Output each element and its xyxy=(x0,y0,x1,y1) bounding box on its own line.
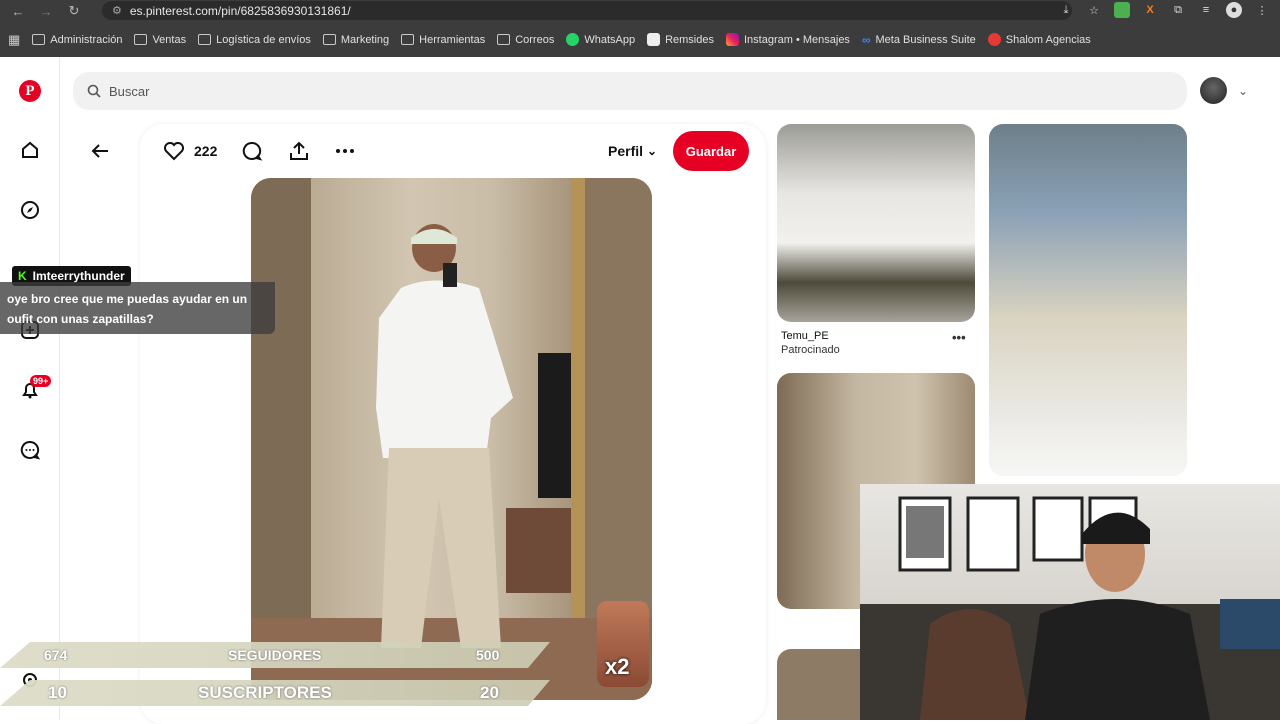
folder-icon xyxy=(134,34,148,45)
messages-icon[interactable] xyxy=(19,439,41,461)
reading-list-icon[interactable]: ≡ xyxy=(1198,2,1214,18)
bookmarks-bar: ▦ Administración Ventas Logística de env… xyxy=(0,22,1280,57)
shalom-icon xyxy=(987,33,1001,46)
followers-current: 674 xyxy=(44,647,68,663)
address-bar[interactable]: ⚙ es.pinterest.com/pin/6825836930131861/ xyxy=(102,1,1072,20)
chevron-down-icon[interactable]: ⌄ xyxy=(1238,84,1248,98)
bookmark-item[interactable]: Logística de envíos xyxy=(198,34,311,46)
bookmark-item[interactable]: Herramientas xyxy=(401,34,485,46)
folder-icon xyxy=(322,34,336,45)
folder-icon xyxy=(198,34,212,45)
kick-icon: K xyxy=(18,269,27,283)
chat-username-text: Imteerrythunder xyxy=(32,269,125,283)
extension-green-icon[interactable] xyxy=(1114,2,1130,18)
avatar[interactable] xyxy=(1200,77,1227,104)
bookmark-item[interactable]: Instagram • Mensajes xyxy=(725,33,850,46)
install-app-icon[interactable]: ⤓ xyxy=(1058,2,1074,18)
search-icon xyxy=(87,84,101,98)
bookmark-item[interactable]: Ventas xyxy=(134,34,186,46)
bookmark-item[interactable]: ∞ Meta Business Suite xyxy=(862,33,976,47)
save-button[interactable]: Guardar xyxy=(673,131,749,171)
related-pin-image[interactable] xyxy=(777,649,867,720)
bookmark-label: Ventas xyxy=(152,33,187,46)
pin-photo-illustration xyxy=(251,178,652,700)
board-selector-label: Perfil xyxy=(608,143,644,159)
bookmark-label: Administración xyxy=(50,33,123,46)
apps-grid-icon[interactable]: ▦ xyxy=(8,32,20,48)
bookmark-item[interactable]: WhatsApp xyxy=(566,33,635,46)
followers-goal-bar: 674 SEGUIDORES 500 xyxy=(0,642,550,668)
subscribers-goal-bar: 10 SUSCRIPTORES 20 xyxy=(0,680,550,706)
folder-icon xyxy=(497,34,511,45)
board-selector[interactable]: Perfil ⌄ xyxy=(608,143,657,159)
pin-more-options[interactable]: ••• xyxy=(952,330,966,345)
like-count: 222 xyxy=(194,143,218,159)
share-upload-icon xyxy=(290,141,308,160)
bookmark-item[interactable]: Remsides xyxy=(647,33,714,46)
url-text: es.pinterest.com/pin/6825836930131861/ xyxy=(129,3,351,18)
subscribers-current: 10 xyxy=(48,683,67,702)
heart-icon xyxy=(164,142,184,161)
extension-orange-icon[interactable]: X xyxy=(1142,2,1158,18)
bookmark-label: Marketing xyxy=(340,33,390,46)
meta-icon: ∞ xyxy=(861,32,871,47)
arrow-left-icon xyxy=(91,144,108,158)
emote-multiplier: x2 xyxy=(605,654,630,679)
search-placeholder: Buscar xyxy=(109,83,150,99)
more-options-button[interactable] xyxy=(334,140,356,167)
webcam-scene xyxy=(860,496,1280,720)
home-icon[interactable] xyxy=(19,139,41,161)
bookmark-item[interactable]: Correos xyxy=(497,34,554,46)
pinterest-sidebar: P 99+ xyxy=(0,57,60,720)
back-arrow-icon[interactable]: ← xyxy=(8,4,28,19)
whatsapp-icon xyxy=(566,33,580,46)
pinterest-logo-icon[interactable]: P xyxy=(19,80,41,102)
bookmark-label: Correos xyxy=(515,33,555,46)
bookmark-item[interactable]: Administración xyxy=(32,34,122,46)
notifications-badge: 99+ xyxy=(30,375,52,387)
comment-bubble-icon xyxy=(242,141,263,161)
followers-goal: 500 xyxy=(476,647,500,663)
bookmark-label: WhatsApp xyxy=(584,33,636,46)
webcam-overlay xyxy=(860,484,1280,720)
bookmark-label: Logística de envíos xyxy=(216,33,311,46)
pin-sponsored-label: Patrocinado xyxy=(781,344,840,356)
more-dots-icon xyxy=(336,149,354,153)
bookmark-item[interactable]: Marketing xyxy=(322,33,390,46)
followers-label: SEGUIDORES xyxy=(228,647,322,663)
comment-button[interactable] xyxy=(241,140,263,167)
pin-sponsor-name[interactable]: Temu_PE xyxy=(781,330,829,342)
share-button[interactable] xyxy=(288,140,310,167)
bookmark-label: Remsides xyxy=(665,33,714,46)
extensions-puzzle-icon[interactable]: ⧉ xyxy=(1170,2,1186,18)
bookmark-label: Shalom Agencias xyxy=(1005,33,1091,46)
bookmark-label: Instagram • Mensajes xyxy=(743,33,850,46)
reload-icon[interactable]: ↻ xyxy=(64,3,84,19)
menu-icon[interactable]: ⋮ xyxy=(1254,2,1270,18)
related-pin-image[interactable] xyxy=(777,124,975,322)
like-button[interactable] xyxy=(163,140,185,167)
back-button[interactable] xyxy=(88,139,112,168)
folder-icon xyxy=(401,34,415,45)
bookmark-item[interactable]: Shalom Agencias xyxy=(987,33,1091,46)
bookmark-label: Herramientas xyxy=(419,33,486,46)
search-input[interactable]: Buscar xyxy=(73,72,1187,110)
subscribers-goal: 20 xyxy=(480,683,499,702)
bookmark-label: Meta Business Suite xyxy=(875,33,976,46)
instagram-icon xyxy=(725,33,739,46)
chevron-down-icon: ⌄ xyxy=(647,144,658,158)
bookmark-star-icon[interactable]: ☆ xyxy=(1086,2,1102,18)
chat-message: oye bro cree que me puedas ayudar en un … xyxy=(0,282,275,334)
forward-arrow-icon[interactable]: → xyxy=(36,4,56,19)
browser-extensions: ⤓ ☆ X ⧉ ≡ ● ⋮ xyxy=(1058,2,1270,18)
site-info-icon[interactable]: ⚙ xyxy=(112,4,122,17)
pin-image[interactable] xyxy=(251,178,652,700)
explore-compass-icon[interactable] xyxy=(19,199,41,221)
related-pin-image[interactable] xyxy=(989,124,1187,476)
bookmark-app-icon xyxy=(647,33,661,46)
folder-icon xyxy=(32,34,46,45)
subscribers-label: SUSCRIPTORES xyxy=(198,683,332,702)
profile-icon[interactable]: ● xyxy=(1226,2,1242,18)
